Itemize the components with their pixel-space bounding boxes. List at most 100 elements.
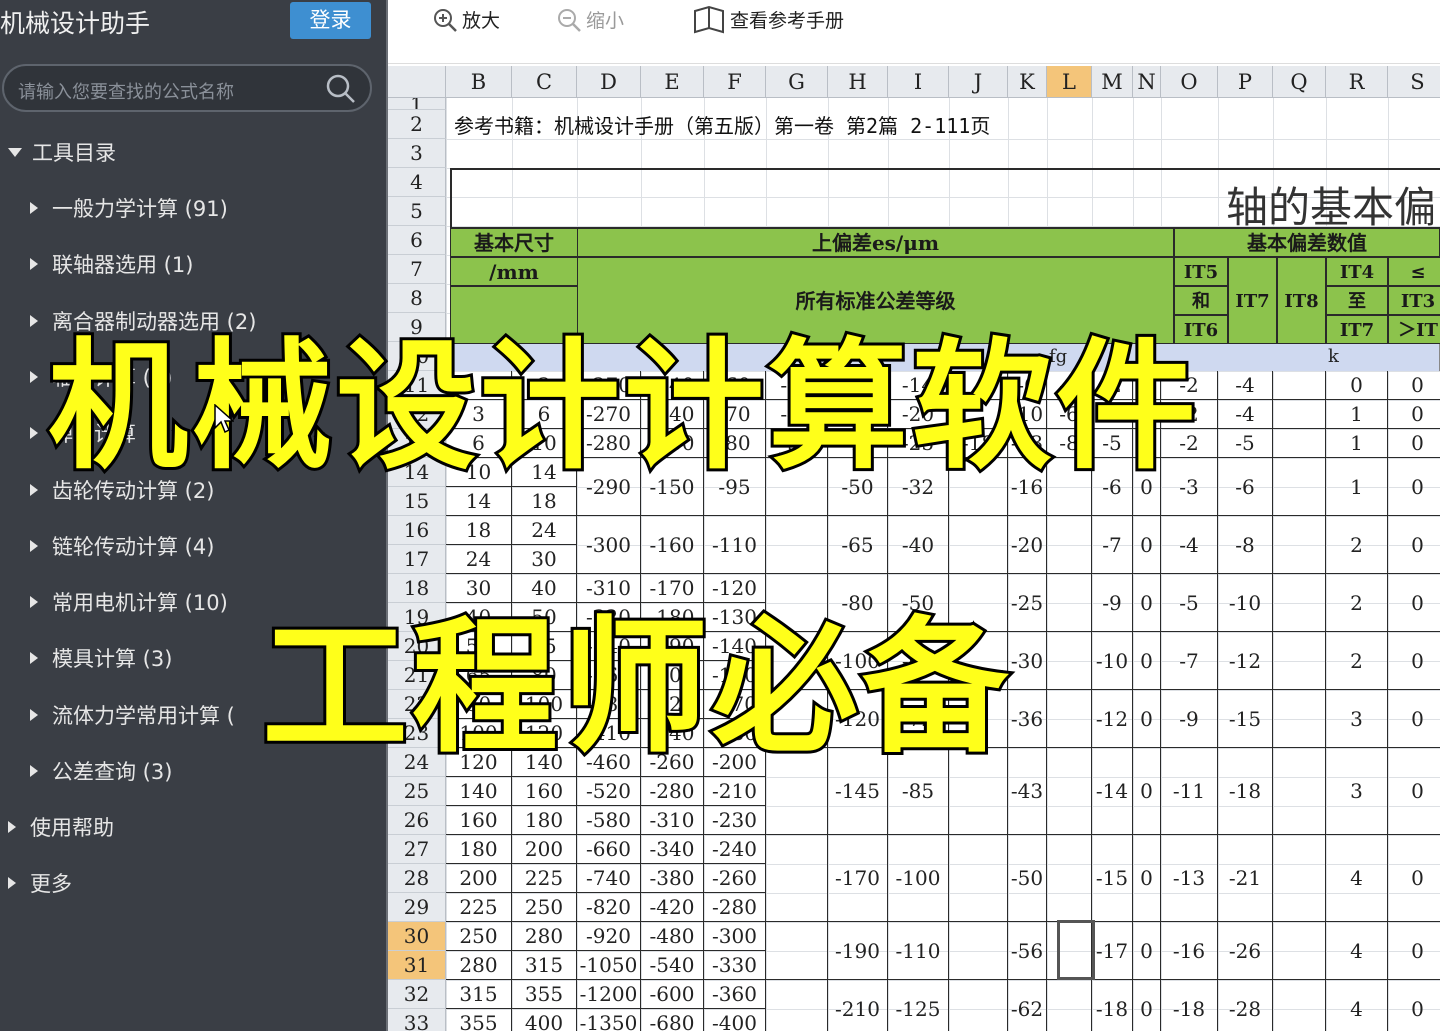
row-header[interactable]: 3 [388, 139, 446, 168]
table-cell: 180 [446, 835, 512, 864]
tree-item[interactable]: 模具计算 (3) [30, 639, 172, 679]
header-gt: ＞IT [1388, 315, 1440, 344]
tree-more[interactable]: 更多 [8, 864, 72, 904]
table-cell: -300 [577, 516, 641, 574]
row-header[interactable]: 6 [388, 226, 446, 255]
tree-item[interactable]: 联轴器选用 (1) [30, 245, 193, 285]
tree-item[interactable]: 链轮传动计算 (4) [30, 527, 214, 567]
column-header[interactable]: N [1133, 66, 1161, 98]
row-header[interactable]: 4 [388, 168, 446, 197]
column-header[interactable]: L [1047, 66, 1092, 98]
row-header[interactable]: 5 [388, 197, 446, 226]
column-header[interactable]: M [1092, 66, 1133, 98]
table-cell: -170 [828, 835, 888, 922]
table-cell: -100 [888, 835, 949, 922]
column-header[interactable]: R [1326, 66, 1388, 98]
table-cell [949, 835, 1008, 922]
column-header[interactable]: E [641, 66, 704, 98]
table-cell: 140 [446, 777, 512, 806]
select-all-corner[interactable] [388, 66, 446, 98]
column-header[interactable]: S [1388, 66, 1440, 98]
row-header[interactable]: 25 [388, 777, 446, 806]
column-header[interactable]: P [1218, 66, 1273, 98]
table-cell: 0 [1388, 371, 1440, 400]
column-header[interactable]: F [704, 66, 766, 98]
column-header[interactable]: D [577, 66, 641, 98]
table-cell: -6 [1218, 458, 1273, 516]
table-cell: -4 [1218, 400, 1273, 429]
tree-item[interactable]: 一般力学计算 (91) [30, 189, 228, 229]
table-cell: 200 [512, 835, 577, 864]
row-header[interactable]: 2 [388, 110, 446, 139]
row-header[interactable]: 27 [388, 835, 446, 864]
table-cell [1273, 690, 1326, 748]
table-cell: 0 [1388, 922, 1440, 980]
tree-item-label: 流体力学常用计算 ( [52, 703, 235, 728]
tree-item[interactable]: 流体力学常用计算 ( [30, 696, 235, 736]
row-header[interactable]: 32 [388, 980, 446, 1009]
row-header[interactable]: 29 [388, 893, 446, 922]
column-header[interactable]: B [446, 66, 512, 98]
tree-root[interactable]: 工具目录 [8, 133, 116, 173]
header-basic-deviation: 基本偏差数值 [1174, 228, 1440, 257]
row-header[interactable]: 26 [388, 806, 446, 835]
column-header[interactable]: K [1008, 66, 1047, 98]
table-cell [766, 980, 828, 1031]
column-header[interactable]: O [1161, 66, 1218, 98]
toolbar: 放大 缩小 查看参考手册 [388, 0, 1440, 64]
row-header[interactable]: 7 [388, 255, 446, 284]
table-cell [949, 516, 1008, 574]
column-header[interactable]: Q [1273, 66, 1326, 98]
zoom-out-button[interactable]: 缩小 [556, 6, 624, 36]
row-header[interactable]: 16 [388, 516, 446, 545]
table-cell: 2 [1326, 632, 1388, 690]
table-cell: 0 [1388, 400, 1440, 429]
row-header[interactable]: 31 [388, 951, 446, 980]
tree-help[interactable]: 使用帮助 [8, 808, 114, 848]
table-cell [1273, 632, 1326, 690]
table-cell: -920 [577, 922, 641, 951]
table-cell: 4 [1326, 835, 1388, 922]
column-header[interactable]: C [512, 66, 577, 98]
table-cell: 1 [1326, 429, 1388, 458]
selected-cell[interactable] [1057, 920, 1095, 980]
table-cell: -28 [1218, 980, 1273, 1031]
table-cell: -56 [1008, 922, 1047, 980]
zoom-in-button[interactable]: 放大 [432, 6, 500, 36]
table-cell: -11 [1161, 748, 1218, 835]
row-header[interactable]: 33 [388, 1009, 446, 1031]
table-cell: -380 [641, 864, 704, 893]
search-input[interactable]: 请输入您要查找的公式名称 [2, 64, 372, 112]
column-header[interactable]: I [888, 66, 949, 98]
table-cell: -740 [577, 864, 641, 893]
column-header[interactable]: H [828, 66, 888, 98]
grid-line [446, 139, 1440, 140]
row-header[interactable]: 28 [388, 864, 446, 893]
table-cell: 0 [1388, 574, 1440, 632]
login-button[interactable]: 登录 [290, 2, 371, 39]
tree-item[interactable]: 常用电机计算 (10) [30, 583, 228, 623]
table-cell: 180 [512, 806, 577, 835]
table-cell: -40 [888, 516, 949, 574]
spreadsheet[interactable]: BCDEFGHIJKLMNOPQRS 1 2 3 4 5 6 7 8 9 10 11 12 13 14 15… [388, 66, 1440, 1031]
tree-item[interactable]: 公差查询 (3) [30, 752, 172, 792]
table-cell: -25 [1008, 574, 1047, 632]
table-cell: -18 [1218, 748, 1273, 835]
table-cell [766, 835, 828, 922]
column-header[interactable]: J [949, 66, 1008, 98]
chevron-right-icon [30, 596, 38, 609]
table-cell: -820 [577, 893, 641, 922]
view-manual-button[interactable]: 查看参考手册 [692, 5, 844, 36]
table-cell: -30 [1008, 632, 1047, 690]
table-cell: 0 [1133, 922, 1161, 980]
table-cell [1273, 574, 1326, 632]
table-cell [1273, 371, 1326, 400]
chevron-right-icon [30, 427, 38, 440]
chevron-right-icon [30, 708, 38, 721]
row-header[interactable]: 1 [388, 98, 446, 110]
row-header[interactable]: 30 [388, 922, 446, 951]
column-header[interactable]: G [766, 66, 828, 98]
table-cell [949, 980, 1008, 1031]
search-icon[interactable] [324, 72, 358, 110]
sidebar: 机械设计助手 登录 请输入您要查找的公式名称 工具目录 一般力学计算 (91) 联… [0, 0, 386, 1031]
